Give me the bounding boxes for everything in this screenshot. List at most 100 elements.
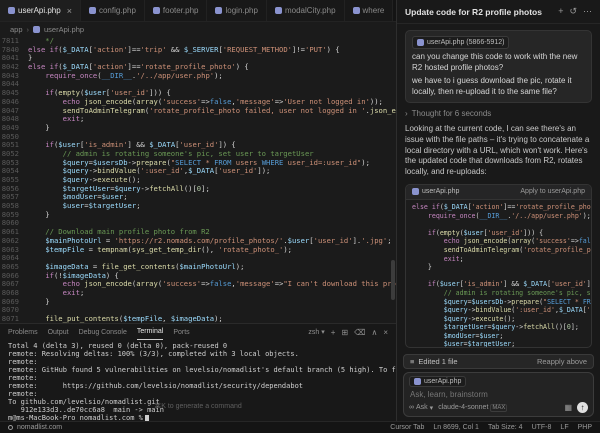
code-text: $user=$targetUser; — [412, 340, 515, 347]
code-line: // admin is rotating someone's pic, set … — [412, 289, 585, 298]
remote-icon — [8, 425, 13, 430]
panel-header: Problems Output Debug Console Terminal Ports… — [0, 324, 396, 340]
user-text: we have to i guess download the pic, rot… — [412, 76, 585, 97]
thought-toggle[interactable]: › Thought for 6 seconds — [405, 109, 592, 118]
breadcrumb-item[interactable]: app — [10, 25, 23, 34]
chat-input-placeholder[interactable]: Ask, learn, brainstorm — [409, 389, 588, 402]
context-file-chip[interactable]: userApi.php (5866-5912) — [412, 36, 509, 49]
status-tab-size-4[interactable]: Tab Size: 4 — [488, 424, 523, 431]
model-select[interactable]: claude-4-sonnet MAX — [438, 404, 507, 412]
apply-button[interactable]: Apply to userApi.php — [520, 188, 585, 195]
php-icon — [353, 7, 360, 14]
code-text: $query->bindValue(':user_id',$_DATA['use… — [412, 306, 591, 315]
code-line: 8049 } — [0, 124, 396, 133]
input-controls: ∞ Ask ▾ claude-4-sonnet MAX ▦ ↑ — [409, 402, 588, 413]
status-php[interactable]: PHP — [578, 424, 592, 431]
user-text: can you change this code to work with th… — [412, 52, 585, 73]
edited-files-summary: ≡ Edited 1 file — [410, 357, 458, 366]
breadcrumb[interactable]: app›userApi.php — [0, 22, 396, 36]
maximize-panel-icon[interactable]: ∧ — [371, 328, 377, 337]
status-utf-8[interactable]: UTF-8 — [532, 424, 552, 431]
breadcrumb-item[interactable]: userApi.php — [44, 25, 84, 34]
panel-tab-terminal[interactable]: Terminal — [137, 324, 163, 340]
tab-label: login.php — [225, 6, 257, 15]
code-line: 7840else if($_DATA['action']=='trip' && … — [0, 46, 396, 55]
scrollbar-thumb[interactable] — [391, 260, 395, 300]
close-panel-icon[interactable]: × — [383, 328, 388, 337]
more-icon[interactable]: ⋯ — [583, 6, 592, 17]
tab-where[interactable]: where — [345, 0, 394, 21]
tab-config.php[interactable]: config.php — [81, 0, 145, 21]
status-lf[interactable]: LF — [560, 424, 568, 431]
workspace-name: nomadlist.com — [17, 424, 62, 431]
code-text: } — [412, 263, 432, 272]
php-icon — [412, 188, 419, 195]
chat-messages[interactable]: userApi.php (5866-5912) can you change t… — [397, 24, 600, 350]
kill-terminal-icon[interactable]: ⌫ — [354, 328, 365, 337]
thought-label: Thought for 6 seconds — [412, 109, 492, 118]
terminal-panel: Problems Output Debug Console Terminal Ports… — [0, 323, 396, 421]
split-terminal-icon[interactable]: ⊞ — [341, 328, 348, 337]
cursor-window: userApi.php×config.phpfooter.phplogin.ph… — [0, 0, 600, 433]
code-text: require_once(__DIR__.'/../app/user.php')… — [28, 72, 223, 81]
code-line: $query->execute(); — [412, 315, 585, 324]
terminal-line: Total 4 (delta 3), reused 0 (delta 0), p… — [8, 342, 388, 350]
send-button[interactable]: ↑ — [577, 402, 588, 413]
code-line: 8043 require_once(__DIR__.'/../app/user.… — [0, 72, 396, 81]
code-line: $query->bindValue(':user_id',$_DATA['use… — [412, 306, 585, 315]
code-text: $query->execute(); — [412, 315, 515, 324]
assistant-text: Looking at the current code, I can see t… — [405, 124, 592, 178]
tab-footer.php[interactable]: footer.php — [145, 0, 208, 21]
shell-select[interactable]: zsh ▾ — [308, 328, 324, 336]
tab-login.php[interactable]: login.php — [207, 0, 266, 21]
chat-code[interactable]: else if($_DATA['action']=='rotate_profil… — [406, 200, 591, 347]
terminal-output[interactable]: ⌘K to generate a command Total 4 (delta … — [0, 340, 396, 421]
max-badge: MAX — [490, 404, 507, 412]
close-icon[interactable]: × — [67, 6, 72, 16]
code-text: file_put_contents($tempFile, $imageData)… — [28, 315, 223, 323]
terminal-line: remote: Resolving deltas: 100% (3/3), co… — [8, 350, 388, 358]
status-cursor-tab[interactable]: Cursor Tab — [390, 424, 424, 431]
panel-tab-output[interactable]: Output — [48, 324, 69, 340]
tab-userApi.php[interactable]: userApi.php× — [0, 0, 81, 21]
new-terminal-icon[interactable]: + — [331, 328, 336, 337]
terminal-line: remote: https://github.com/levelsio/noma… — [8, 382, 388, 390]
codeblock-header: userApi.php Apply to userApi.php — [406, 185, 591, 200]
tab-label: config.php — [99, 6, 136, 15]
code-text: else if($_DATA['action']=='trip' && $_SE… — [28, 46, 340, 55]
status-remote[interactable]: nomadlist.com — [8, 424, 62, 431]
code-line: $query=$usersDb->prepare("SELECT * FROM … — [412, 298, 585, 307]
reapply-button[interactable]: Reapply above — [537, 357, 587, 366]
panel-tab-problems[interactable]: Problems — [8, 324, 38, 340]
code-line: if(empty($user['user_id'])) { — [412, 229, 585, 238]
code-line: if($user['is_admin'] && $_DATA['user_id'… — [412, 280, 585, 289]
tab-bar: userApi.php× config.php footer.php login.ph… — [0, 0, 396, 22]
input-context-chip[interactable]: userApi.php — [409, 376, 466, 387]
chat-input[interactable]: userApi.php Ask, learn, brainstorm ∞ Ask… — [403, 372, 594, 417]
chat-input-area: ≡ Edited 1 file Reapply above userApi.ph… — [397, 350, 600, 421]
chat-title: Update code for R2 profile photos — [405, 7, 542, 17]
code-text: sendToAdminTelegram('rotate_profile_phot… — [412, 246, 591, 255]
code-line: 8063 $tempFile = tempnam(sys_get_temp_di… — [0, 246, 396, 255]
panel-tab-debug-console[interactable]: Debug Console — [79, 324, 127, 340]
php-icon — [275, 7, 282, 14]
editor[interactable]: 7811 */7840else if($_DATA['action']=='tr… — [0, 36, 396, 323]
code-text: require_once(__DIR__.'/../app/user.php')… — [412, 212, 591, 221]
chevron-down-icon: ▾ — [430, 404, 434, 412]
code-text: $tempFile = tempnam(sys_get_temp_dir(), … — [28, 246, 292, 255]
chat-codeblock: userApi.php Apply to userApi.php else if… — [405, 184, 592, 348]
status-ln-8699-col-1[interactable]: Ln 8699, Col 1 — [433, 424, 479, 431]
input-chip-row: userApi.php — [409, 376, 588, 387]
editor-scrollbar[interactable] — [390, 36, 396, 323]
code-line: 8071 file_put_contents($tempFile, $image… — [0, 315, 396, 323]
image-icon[interactable]: ▦ — [564, 403, 572, 412]
edited-files-bar[interactable]: ≡ Edited 1 file Reapply above — [403, 354, 594, 369]
status-bar: nomadlist.com Cursor Tab Ln 8699, Col 1 Ta… — [0, 421, 600, 433]
code-text: } — [28, 124, 50, 133]
main-row: userApi.php×config.phpfooter.phplogin.ph… — [0, 0, 600, 421]
tab-modalCity.php[interactable]: modalCity.php — [267, 0, 345, 21]
history-icon[interactable]: ↺ — [569, 6, 577, 17]
panel-tab-ports[interactable]: Ports — [173, 324, 189, 340]
new-chat-icon[interactable]: + — [558, 6, 563, 17]
mode-select[interactable]: ∞ Ask ▾ — [409, 404, 433, 412]
